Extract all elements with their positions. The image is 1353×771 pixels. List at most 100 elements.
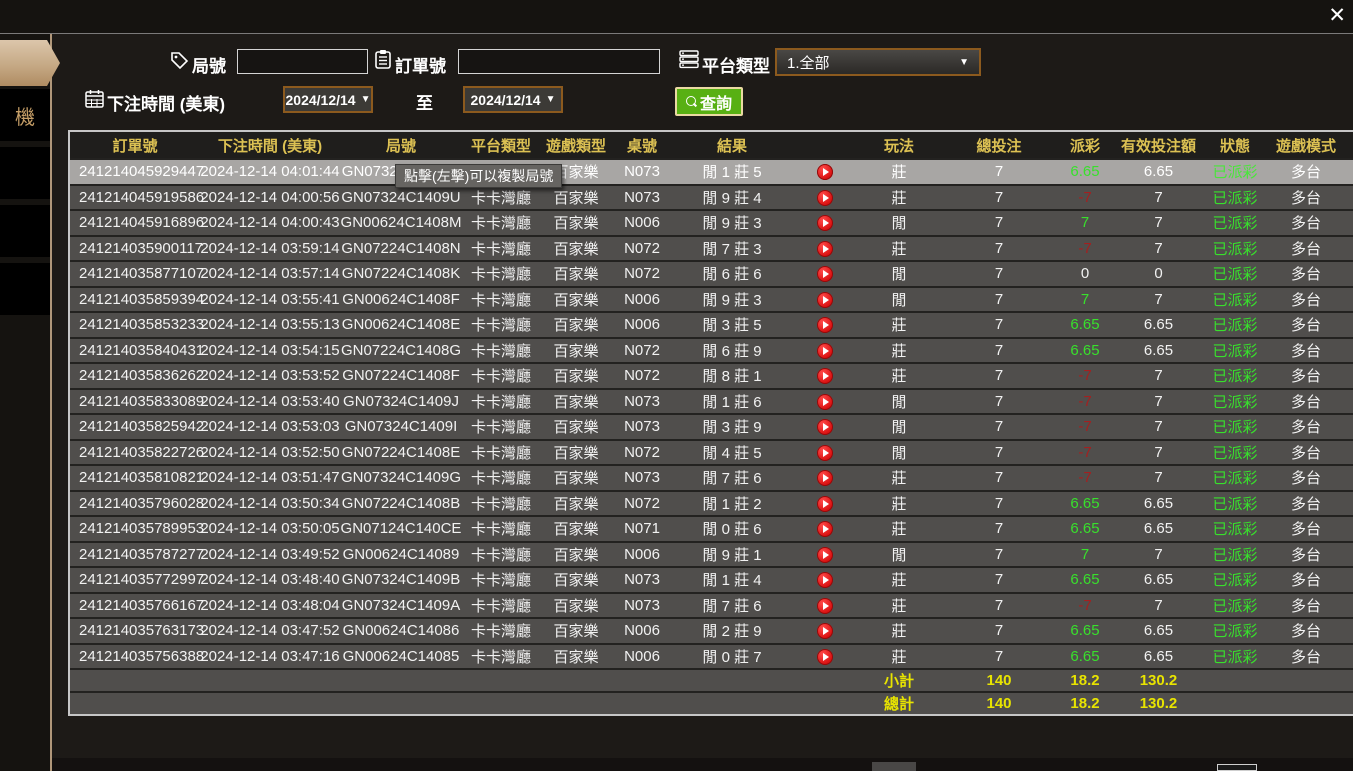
table-row[interactable]: 241214035859394 2024-12-14 03:55:41 GN00… bbox=[70, 286, 1353, 312]
cell-game-no[interactable]: GN07324C1409U bbox=[340, 189, 462, 206]
table-row[interactable]: 241214035877107 2024-12-14 03:57:14 GN07… bbox=[70, 260, 1353, 286]
game-no-input[interactable] bbox=[237, 49, 368, 74]
table-row[interactable]: 241214035853233 2024-12-14 03:55:13 GN00… bbox=[70, 311, 1353, 337]
date-from-picker[interactable]: 2024/12/14 ▼ bbox=[283, 86, 373, 113]
play-video-icon[interactable] bbox=[817, 521, 833, 537]
cell-play: 閒 bbox=[858, 212, 940, 233]
table-row[interactable]: 241214035836262 2024-12-14 03:53:52 GN07… bbox=[70, 362, 1353, 388]
cell-game-mode: 多台 bbox=[1265, 544, 1347, 565]
play-video-icon[interactable] bbox=[817, 470, 833, 486]
cell-game-no[interactable]: GN07224C1408E bbox=[340, 444, 462, 461]
play-video-icon[interactable] bbox=[817, 419, 833, 435]
play-video-icon[interactable] bbox=[817, 572, 833, 588]
cell-play: 莊 bbox=[858, 493, 940, 514]
subtotal-payout: 18.2 bbox=[1058, 672, 1112, 689]
table-row[interactable]: 241214035833089 2024-12-14 03:53:40 GN07… bbox=[70, 388, 1353, 414]
sidebar-tab-machine[interactable]: 機 bbox=[0, 89, 50, 141]
play-video-icon[interactable] bbox=[817, 496, 833, 512]
cell-order-no: 241214045916896 bbox=[70, 214, 200, 231]
table-row[interactable]: 241214035766167 2024-12-14 03:48:04 GN07… bbox=[70, 592, 1353, 618]
cell-status: 已派彩 bbox=[1205, 416, 1265, 437]
play-video-icon[interactable] bbox=[817, 292, 833, 308]
table-row[interactable]: 241214035796028 2024-12-14 03:50:34 GN07… bbox=[70, 490, 1353, 516]
cell-bet-time: 2024-12-14 03:51:47 bbox=[200, 469, 340, 486]
col-header-game-no: 局號 bbox=[340, 135, 462, 156]
cell-game-no[interactable]: GN07224C1408F bbox=[340, 367, 462, 384]
sidebar-tab-2[interactable] bbox=[0, 147, 50, 199]
sidebar-tab-3[interactable] bbox=[0, 205, 50, 257]
subtotal-row: 小計 140 18.2 130.2 bbox=[70, 668, 1353, 691]
table-row[interactable]: 241214035810821 2024-12-14 03:51:47 GN07… bbox=[70, 464, 1353, 490]
cell-bet-time: 2024-12-14 03:53:40 bbox=[200, 393, 340, 410]
cell-game-no[interactable]: GN07224C1408N bbox=[340, 240, 462, 257]
cell-status: 已派彩 bbox=[1205, 263, 1265, 284]
cell-game-no[interactable]: GN00624C1408M bbox=[340, 214, 462, 231]
table-row[interactable]: 241214035789953 2024-12-14 03:50:05 GN07… bbox=[70, 515, 1353, 541]
cell-game-no[interactable]: GN00624C14086 bbox=[340, 622, 462, 639]
cell-result: 閒 9 莊 3 bbox=[672, 212, 792, 233]
play-video-icon[interactable] bbox=[817, 215, 833, 231]
play-video-icon[interactable] bbox=[817, 445, 833, 461]
search-button[interactable]: 查詢 bbox=[675, 87, 743, 116]
cell-game-no[interactable]: GN07324C1409A bbox=[340, 597, 462, 614]
play-video-icon[interactable] bbox=[817, 164, 833, 180]
cell-game-no[interactable]: GN07324C1409J bbox=[340, 393, 462, 410]
table-row[interactable]: 241214045929447 2024-12-14 04:01:44 GN07… bbox=[70, 158, 1353, 184]
cell-bet-time: 2024-12-14 03:47:52 bbox=[200, 622, 340, 639]
cell-game-no[interactable]: GN00624C14085 bbox=[340, 648, 462, 665]
cell-replay bbox=[792, 214, 858, 231]
col-header-bet-time: 下注時間 (美東) bbox=[200, 135, 340, 156]
cell-game-no[interactable]: GN07324C1409I bbox=[340, 418, 462, 435]
cell-game-no[interactable]: GN00624C1408F bbox=[340, 291, 462, 308]
table-row[interactable]: 241214035772997 2024-12-14 03:48:40 GN07… bbox=[70, 566, 1353, 592]
cell-bet-time: 2024-12-14 03:53:52 bbox=[200, 367, 340, 384]
table-row[interactable]: 241214035900117 2024-12-14 03:59:14 GN07… bbox=[70, 235, 1353, 261]
table-row[interactable]: 241214035787277 2024-12-14 03:49:52 GN00… bbox=[70, 541, 1353, 567]
cell-status: 已派彩 bbox=[1205, 595, 1265, 616]
play-video-icon[interactable] bbox=[817, 317, 833, 333]
cell-game-no[interactable]: GN00624C14089 bbox=[340, 546, 462, 563]
play-video-icon[interactable] bbox=[817, 241, 833, 257]
cell-table-no: N073 bbox=[612, 571, 672, 588]
cell-game-no[interactable]: GN07224C1408B bbox=[340, 495, 462, 512]
grand-total-total-bet: 140 bbox=[940, 695, 1058, 712]
table-header-row: 訂單號 下注時間 (美東) 局號 平台類型 遊戲類型 桌號 結果 玩法 總投注 … bbox=[70, 132, 1353, 158]
table-row[interactable]: 241214045919586 2024-12-14 04:00:56 GN07… bbox=[70, 184, 1353, 210]
table-row[interactable]: 241214045916896 2024-12-14 04:00:43 GN00… bbox=[70, 209, 1353, 235]
cell-game-type: 百家樂 bbox=[540, 595, 612, 616]
play-video-icon[interactable] bbox=[817, 649, 833, 665]
order-no-input[interactable] bbox=[458, 49, 660, 74]
table-row[interactable]: 241214035840431 2024-12-14 03:54:15 GN07… bbox=[70, 337, 1353, 363]
cell-total-bet: 7 bbox=[940, 393, 1058, 410]
play-video-icon[interactable] bbox=[817, 623, 833, 639]
cell-game-no[interactable]: GN00624C1408E bbox=[340, 316, 462, 333]
cell-play: 莊 bbox=[858, 238, 940, 259]
table-row[interactable]: 241214035763173 2024-12-14 03:47:52 GN00… bbox=[70, 617, 1353, 643]
tag-icon bbox=[170, 51, 189, 70]
play-video-icon[interactable] bbox=[817, 190, 833, 206]
play-video-icon[interactable] bbox=[817, 343, 833, 359]
cell-table-no: N072 bbox=[612, 495, 672, 512]
cell-game-no[interactable]: GN07324C1409G bbox=[340, 469, 462, 486]
cell-result: 閒 1 莊 5 bbox=[672, 161, 792, 182]
play-video-icon[interactable] bbox=[817, 598, 833, 614]
play-video-icon[interactable] bbox=[817, 266, 833, 282]
cell-game-type: 百家樂 bbox=[540, 467, 612, 488]
close-icon[interactable]: ✕ bbox=[1328, 3, 1346, 29]
table-row[interactable]: 241214035825942 2024-12-14 03:53:03 GN07… bbox=[70, 413, 1353, 439]
table-row[interactable]: 241214035756388 2024-12-14 03:47:16 GN00… bbox=[70, 643, 1353, 669]
cell-result: 閒 7 莊 6 bbox=[672, 595, 792, 616]
cell-game-no[interactable]: GN07224C1408K bbox=[340, 265, 462, 282]
sidebar-tab-4[interactable] bbox=[0, 263, 50, 315]
cell-game-no[interactable]: GN07324C1409B bbox=[340, 571, 462, 588]
play-video-icon[interactable] bbox=[817, 368, 833, 384]
table-row[interactable]: 241214035822726 2024-12-14 03:52:50 GN07… bbox=[70, 439, 1353, 465]
date-to-picker[interactable]: 2024/12/14 ▼ bbox=[463, 86, 563, 113]
play-video-icon[interactable] bbox=[817, 394, 833, 410]
cell-game-no[interactable]: GN07124C140CE bbox=[340, 520, 462, 537]
play-video-icon[interactable] bbox=[817, 547, 833, 563]
cell-total-bet: 7 bbox=[940, 163, 1058, 180]
cell-total-bet: 7 bbox=[940, 597, 1058, 614]
cell-game-no[interactable]: GN07224C1408G bbox=[340, 342, 462, 359]
platform-type-select[interactable]: 1.全部 ▼ bbox=[775, 48, 981, 76]
